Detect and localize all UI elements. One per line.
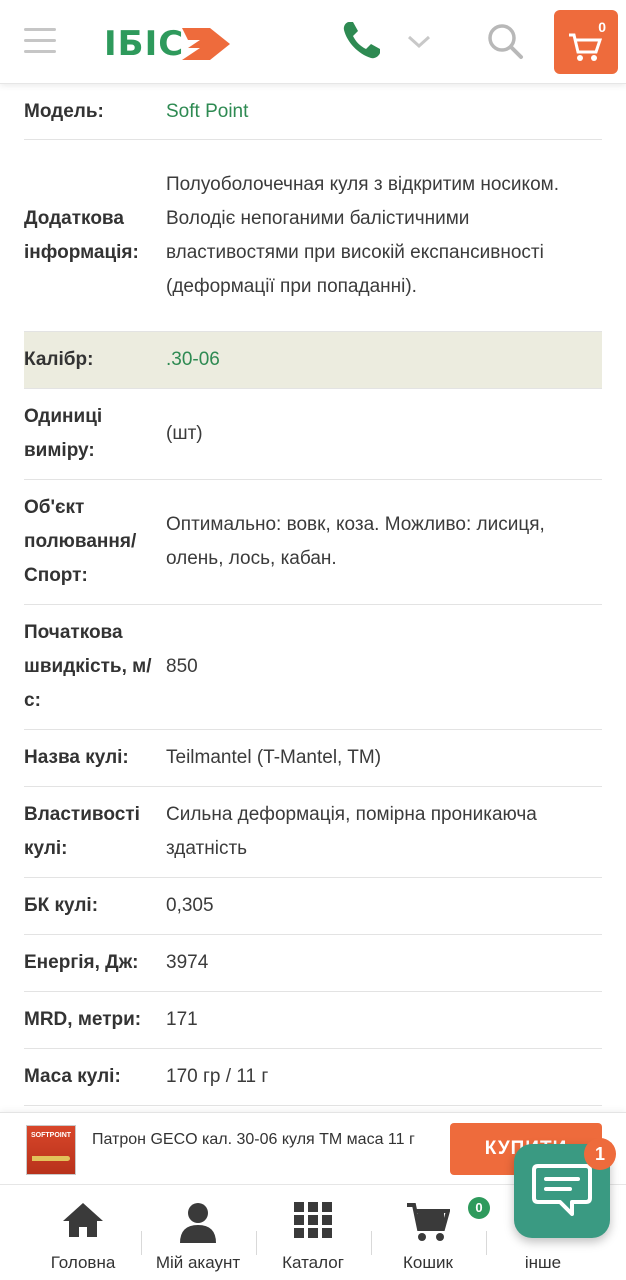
spec-row-energy: Енергія, Дж: 3974 xyxy=(24,935,602,992)
spec-label: Модель: xyxy=(24,100,104,122)
spec-label: Одиниці виміру: xyxy=(24,406,103,461)
spec-row-hunting: Об'єкт полювання/ Спорт: Оптимально: вов… xyxy=(24,480,602,605)
spec-label: Об'єкт полювання/ Спорт: xyxy=(24,497,137,586)
menu-icon[interactable] xyxy=(24,28,56,54)
cart-icon xyxy=(407,1203,450,1241)
spec-label: Калібр: xyxy=(24,349,94,370)
spec-row-mrd: MRD, метри: 171 xyxy=(24,992,602,1049)
spec-value: 171 xyxy=(166,1009,198,1030)
home-icon xyxy=(63,1203,103,1237)
search-icon[interactable] xyxy=(486,22,524,60)
spec-label: MRD, метри: xyxy=(24,1009,142,1030)
spec-row-bullet-props: Властивості кулі: Сильна деформація, пом… xyxy=(24,787,602,878)
cart-count: 0 xyxy=(598,19,606,35)
phone-icon[interactable] xyxy=(340,18,384,62)
spec-label: Назва кулі: xyxy=(24,747,129,768)
spec-value: 0,305 xyxy=(166,895,214,916)
spec-label: Початкова швидкість, м/с: xyxy=(24,622,152,711)
spec-label: Додаткова інформація: xyxy=(24,207,139,263)
spec-label: Енергія, Дж: xyxy=(24,952,139,973)
spec-row-info: Додаткова інформація: Полуоболочечная ку… xyxy=(24,140,602,332)
chat-badge: 1 xyxy=(584,1138,616,1170)
thumbnail-label: SOFTPOINT xyxy=(31,1132,72,1139)
nav-item-account[interactable]: Мій акаунт xyxy=(140,1185,256,1280)
product-title: Патрон GECO кал. 30-06 куля ТМ маса 11 г xyxy=(92,1131,415,1148)
spec-row-mass: Маса кулі: 170 гр / 11 г xyxy=(24,1049,602,1106)
nav-item-catalog[interactable]: Каталог xyxy=(255,1185,371,1280)
header: ІБІС 0 xyxy=(0,0,626,84)
nav-item-home[interactable]: Головна xyxy=(25,1185,141,1280)
spec-row-bc: БК кулі: 0,305 xyxy=(24,878,602,935)
nav-label: інше xyxy=(524,1253,562,1272)
caliber-link[interactable]: .30-06 xyxy=(166,343,602,377)
spec-row-caliber: Калібр: .30-06 xyxy=(24,332,602,389)
spec-value: Полуоболочечная куля з відкритим носиком… xyxy=(166,173,559,297)
nav-label: Каталог xyxy=(282,1253,344,1272)
chat-icon xyxy=(532,1164,592,1216)
spec-value: 3974 xyxy=(166,952,209,973)
spec-value: 170 гр / 11 г xyxy=(166,1066,269,1087)
spec-value: Teilmantel (T-Mantel, TM) xyxy=(166,747,382,768)
logo-text: ІБІС xyxy=(104,24,185,64)
nav-label: Кошик xyxy=(403,1253,453,1272)
spec-row-bullet-name: Назва кулі: Teilmantel (T-Mantel, TM) xyxy=(24,730,602,787)
cart-icon xyxy=(569,33,602,61)
spec-label: Маса кулі: xyxy=(24,1066,121,1087)
spec-value: Оптимально: вовк, коза. Можливо: лисиця,… xyxy=(166,514,545,569)
nav-item-cart[interactable]: Кошик xyxy=(370,1185,486,1280)
spec-row-units: Одиниці виміру: (шт) xyxy=(24,389,602,480)
model-link[interactable]: Soft Point xyxy=(166,95,602,129)
bullet-graphic xyxy=(32,1156,70,1161)
logo-arrow-icon xyxy=(182,28,231,60)
spec-value: 850 xyxy=(166,656,198,677)
nav-label: Мій акаунт xyxy=(155,1253,241,1272)
cart-button[interactable]: 0 xyxy=(554,10,618,74)
nav-label: Головна xyxy=(50,1253,116,1272)
grid-icon xyxy=(294,1202,332,1238)
user-icon xyxy=(180,1203,216,1243)
spec-label: БК кулі: xyxy=(24,895,99,916)
spec-row-model: Модель: Soft Point xyxy=(24,84,602,140)
spec-value: (шт) xyxy=(166,423,203,444)
chevron-down-icon[interactable] xyxy=(406,32,432,52)
specs-table: Модель: Soft Point Додаткова інформація:… xyxy=(24,84,602,1106)
product-thumbnail[interactable]: SOFTPOINT xyxy=(26,1125,76,1175)
spec-label: Властивості кулі: xyxy=(24,804,140,859)
logo[interactable]: ІБІС xyxy=(104,22,232,66)
spec-row-velocity: Початкова швидкість, м/с: 850 xyxy=(24,605,602,730)
spec-value: Сильна деформація, помірна проникаюча зд… xyxy=(166,804,537,859)
